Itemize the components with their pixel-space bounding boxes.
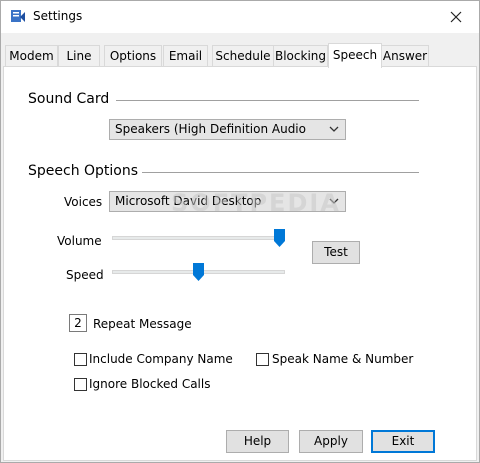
tab-speech[interactable]: Speech <box>328 43 382 68</box>
ignore-blocked-calls-label: Ignore Blocked Calls <box>89 377 211 391</box>
window-title: Settings <box>33 9 83 23</box>
tab-line[interactable]: Line <box>58 45 100 67</box>
volume-slider-thumb[interactable] <box>274 229 285 247</box>
repeat-message-label: Repeat Message <box>93 317 192 331</box>
voices-label: Voices <box>64 195 103 209</box>
settings-window: Settings Modem Line Options Email Schedu… <box>0 0 480 463</box>
repeat-count-field[interactable]: 2 <box>69 314 87 332</box>
include-company-name-checkbox[interactable] <box>74 353 87 366</box>
voice-value: Microsoft David Desktop <box>115 194 262 208</box>
tab-email[interactable]: Email <box>163 45 208 67</box>
test-button[interactable]: Test <box>312 241 360 264</box>
speech-options-heading: Speech Options <box>28 163 139 179</box>
speech-tab-panel: Sound Card Speakers (High Definition Aud… <box>3 66 477 461</box>
volume-label: Volume <box>57 234 102 248</box>
tab-strip: Modem Line Options Email Schedule Blocki… <box>3 43 479 68</box>
sound-card-divider <box>116 100 419 101</box>
volume-slider-track[interactable] <box>112 236 285 240</box>
speed-label: Speed <box>66 268 104 282</box>
apply-button[interactable]: Apply <box>299 430 363 453</box>
tab-answer[interactable]: Answer <box>381 45 429 67</box>
tab-modem[interactable]: Modem <box>5 45 58 67</box>
sound-card-value: Speakers (High Definition Audio <box>115 122 306 136</box>
tab-options[interactable]: Options <box>104 45 162 67</box>
sound-card-select[interactable]: Speakers (High Definition Audio <box>109 119 346 140</box>
tab-blocking[interactable]: Blocking <box>273 45 328 67</box>
voice-select[interactable]: Microsoft David Desktop <box>109 191 346 212</box>
speed-slider-thumb[interactable] <box>193 263 204 281</box>
chevron-down-icon <box>329 198 339 204</box>
chevron-down-icon <box>329 126 339 132</box>
help-button[interactable]: Help <box>226 430 289 453</box>
ignore-blocked-calls-checkbox[interactable] <box>74 378 87 391</box>
speech-options-divider <box>142 172 419 173</box>
tab-schedule[interactable]: Schedule <box>212 45 274 67</box>
include-company-name-label: Include Company Name <box>89 352 233 366</box>
speak-name-number-checkbox[interactable] <box>256 353 269 366</box>
settings-app-icon <box>11 10 25 22</box>
title-bar: Settings <box>1 1 479 33</box>
speak-name-number-label: Speak Name & Number <box>272 352 414 366</box>
sound-card-heading: Sound Card <box>28 91 110 107</box>
close-icon <box>450 11 462 22</box>
close-button[interactable] <box>433 1 479 32</box>
exit-button[interactable]: Exit <box>371 430 435 453</box>
